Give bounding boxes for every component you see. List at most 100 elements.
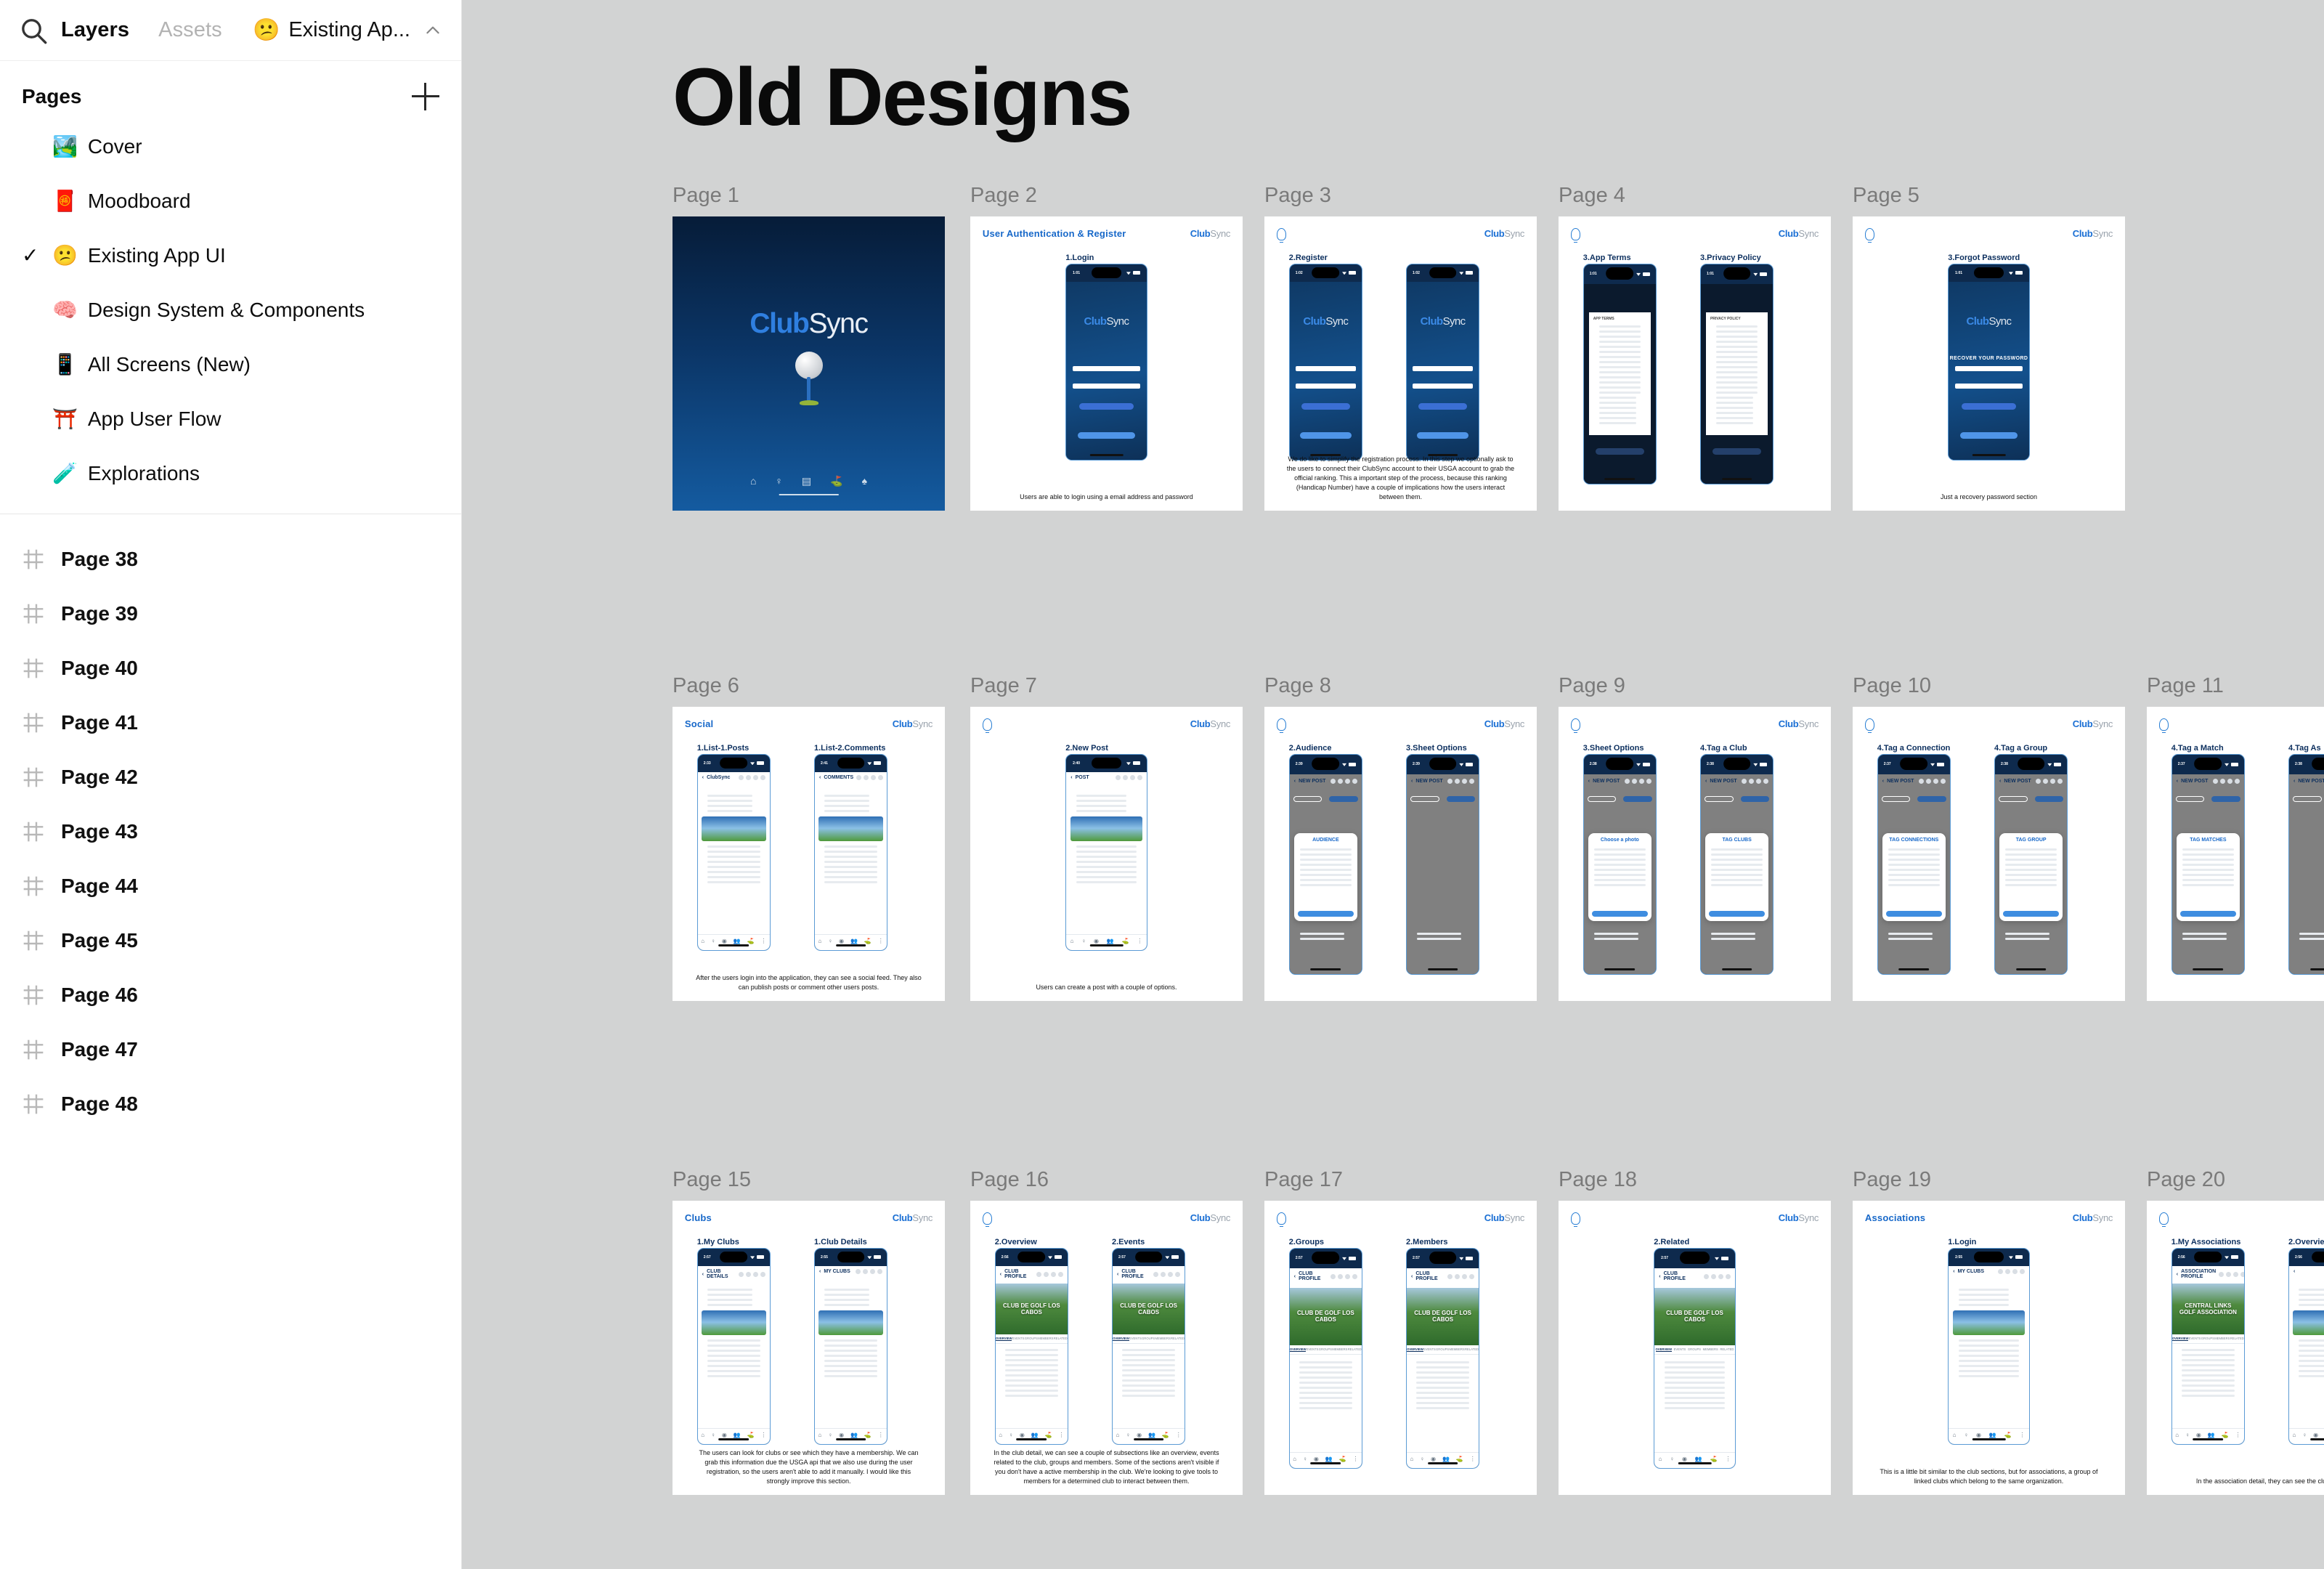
nav-connections-icon[interactable]: ◉ xyxy=(1094,938,1099,944)
back-icon[interactable]: ‹ xyxy=(1705,779,1707,784)
chevron-up-icon[interactable] xyxy=(423,21,442,40)
frame-name-label[interactable]: Page 11 xyxy=(2147,676,2324,697)
tab-overview[interactable]: OVERVIEW xyxy=(1655,1347,1673,1352)
phone-mockup[interactable]: 1:01 APP TERMS xyxy=(1582,263,1657,485)
nav-more-icon[interactable]: ⋮ xyxy=(1353,1456,1359,1462)
tab-events[interactable]: EVENTS xyxy=(1012,1337,1025,1341)
nav-groups-icon[interactable]: 👥 xyxy=(734,1432,741,1438)
frame-name-label[interactable]: Page 6 xyxy=(673,676,945,697)
splash-nav[interactable]: ⌂ ♀ ▤ ⛳ ♠ xyxy=(673,475,945,487)
frame-thumbnail[interactable]: ClubSync 2.Overview 2:56 ‹ CLUB PROFILE CLUB … xyxy=(970,1201,1243,1495)
tab-members[interactable]: MEMBERS xyxy=(1332,1347,1347,1352)
primary-button[interactable] xyxy=(1418,403,1468,410)
header-action-icons[interactable] xyxy=(739,775,765,781)
phone-mockup[interactable]: 1:01 ClubSync xyxy=(1065,263,1147,461)
nav-home-icon[interactable]: ⌂ xyxy=(2292,1432,2296,1438)
bottom-nav[interactable]: ⌂ ♀ ◉ 👥 ⛳ ⋮ xyxy=(1113,1428,1185,1438)
post-button[interactable] xyxy=(2211,796,2241,803)
back-icon[interactable]: ‹ xyxy=(819,1269,821,1274)
post-button[interactable] xyxy=(1740,796,1770,803)
tab-members[interactable]: MEMBERS xyxy=(1703,1347,1718,1352)
profile-tabs[interactable]: OVERVIEW EVENTS GROUPS MEMBERS RELATED xyxy=(995,1334,1068,1345)
document-pane[interactable]: APP TERMS xyxy=(1588,312,1651,436)
options-list[interactable] xyxy=(1588,930,1651,943)
phone-mockup[interactable]: 2:55 ‹ MY CLUBS ⌂ ♀ ◉ 👥 ⛳ ⋮ xyxy=(814,1247,888,1446)
splash-nav-icon-4[interactable]: ♠ xyxy=(862,475,867,487)
nav-clubs-icon[interactable]: ♀ xyxy=(1420,1456,1424,1462)
sidebar-page-item[interactable]: 🧠 Design System & Components xyxy=(0,283,461,337)
tab-related[interactable]: RELATED xyxy=(1465,1347,1479,1352)
sidebar-frame-item[interactable]: Page 42 xyxy=(0,750,461,804)
frame-thumbnail[interactable]: ClubSync 3.Forgot Password 1:01 ClubSync REC… xyxy=(1853,216,2125,511)
nav-connections-icon[interactable]: ◉ xyxy=(1682,1456,1687,1462)
frame-cell[interactable]: Page 16 ClubSync 2.Overview 2:56 ‹ CLUB PROFI… xyxy=(970,1169,1243,1495)
back-icon[interactable]: ‹ xyxy=(2293,1269,2295,1274)
nav-more-icon[interactable]: ⋮ xyxy=(2019,1432,2025,1438)
cancel-button[interactable] xyxy=(1881,796,1911,803)
tab-members[interactable]: MEMBERS xyxy=(1155,1337,1171,1341)
header-action-icons[interactable] xyxy=(1115,775,1142,781)
profile-tabs[interactable]: OVERVIEW EVENTS GROUPS MEMBERS RELATED xyxy=(1654,1345,1735,1355)
splash-nav-icon-2[interactable]: ▤ xyxy=(802,475,811,487)
nav-more-icon[interactable]: ⋮ xyxy=(761,1432,767,1438)
frame-thumbnail[interactable]: Associations ClubSync 1.Login 2:55 ‹ MY CLUBS… xyxy=(1853,1201,2125,1495)
back-icon[interactable]: ‹ xyxy=(2177,1272,2178,1277)
frame-name-label[interactable]: Page 8 xyxy=(1264,676,1537,697)
post-button[interactable] xyxy=(1917,796,1947,803)
nav-groups-icon[interactable]: 👥 xyxy=(1442,1456,1450,1462)
bottom-nav[interactable]: ⌂ ♀ ◉ 👥 ⛳ ⋮ xyxy=(1949,1428,2029,1438)
frame-name-label[interactable]: Page 15 xyxy=(673,1169,945,1191)
header-action-icons[interactable] xyxy=(2213,778,2240,784)
header-action-icons[interactable] xyxy=(1447,1273,1475,1279)
nav-connections-icon[interactable]: ◉ xyxy=(722,1432,727,1438)
profile-tabs[interactable]: OVERVIEW EVENTS GROUPS MEMBERS RELATED xyxy=(1407,1345,1479,1355)
nav-groups-icon[interactable]: 👥 xyxy=(2208,1432,2215,1438)
nav-connections-icon[interactable]: ◉ xyxy=(722,938,727,944)
nav-home-icon[interactable]: ⌂ xyxy=(1116,1432,1119,1438)
frame-cell[interactable]: Page 7 ClubSync 2.New Post 2:40 ‹ POST ⌂ ♀ ◉ 👥 ⛳ ⋮ U… xyxy=(970,676,1243,1001)
frame-cell[interactable]: Page 3 ClubSync 2.Register 1:02 ClubSync 1:02… xyxy=(1264,185,1537,511)
post-button[interactable] xyxy=(2034,796,2064,803)
bottom-nav[interactable]: ⌂ ♀ ◉ 👥 ⛳ ⋮ xyxy=(697,934,770,944)
tab-related[interactable]: RELATED xyxy=(1348,1347,1362,1352)
bottom-nav[interactable]: ⌂ ♀ ◉ 👥 ⛳ ⋮ xyxy=(697,1428,770,1438)
nav-activity-icon[interactable]: ⛳ xyxy=(864,1432,871,1438)
frame-thumbnail[interactable]: ClubSync 2.New Post 2:40 ‹ POST ⌂ ♀ ◉ 👥 ⛳ ⋮ Users c… xyxy=(970,707,1243,1001)
input-field[interactable] xyxy=(1073,365,1140,371)
secondary-button[interactable] xyxy=(1077,432,1136,439)
page-selector[interactable]: 😕 Existing Ap... xyxy=(253,18,442,42)
nav-connections-icon[interactable]: ◉ xyxy=(2313,1432,2318,1438)
sidebar-frame-item[interactable]: Page 43 xyxy=(0,804,461,859)
nav-clubs-icon[interactable]: ♀ xyxy=(1009,1432,1013,1438)
tab-assets[interactable]: Assets xyxy=(158,18,222,42)
options-list[interactable] xyxy=(1411,930,1474,943)
nav-home-icon[interactable]: ⌂ xyxy=(1293,1456,1296,1462)
frame-cell[interactable]: Page 18 ClubSync 2.Related 2:57 ‹ CLUB PROFIL… xyxy=(1559,1169,1831,1495)
canvas[interactable]: Old Designs Page 1 ClubSync ⌂ ♀ ▤ ⛳ ♠ Page 2 Use… xyxy=(462,0,2324,1569)
nav-clubs-icon[interactable]: ♀ xyxy=(1964,1432,1968,1438)
frame-name-label[interactable]: Page 1 xyxy=(673,185,945,206)
tab-related[interactable]: RELATED xyxy=(1720,1347,1734,1352)
header-action-icons[interactable] xyxy=(739,1271,765,1277)
tab-overview[interactable]: OVERVIEW xyxy=(1407,1347,1423,1352)
phone-mockup[interactable]: 2:38 ‹ NEW POST xyxy=(2288,753,2324,975)
primary-button[interactable] xyxy=(1595,448,1645,455)
phone-mockup[interactable]: 2:38 ‹ NEW POST TAG GROUP xyxy=(1994,753,2068,975)
tab-groups[interactable]: GROUPS xyxy=(1436,1347,1449,1352)
frame-name-label[interactable]: Page 9 xyxy=(1559,676,1831,697)
frame-name-label[interactable]: Page 3 xyxy=(1264,185,1537,206)
sidebar-frame-item[interactable]: Page 39 xyxy=(0,586,461,641)
nav-clubs-icon[interactable]: ♀ xyxy=(1303,1456,1307,1462)
frame-thumbnail[interactable]: ClubSync 3.Sheet Options 2:38 ‹ NEW POST Choo… xyxy=(1559,707,1831,1001)
nav-more-icon[interactable]: ⋮ xyxy=(1725,1456,1731,1462)
secondary-button[interactable] xyxy=(1416,432,1469,439)
sidebar-page-item[interactable]: 🧪 Explorations xyxy=(0,446,461,500)
nav-connections-icon[interactable]: ◉ xyxy=(1020,1432,1025,1438)
back-icon[interactable]: ‹ xyxy=(1953,1269,1954,1274)
frame-thumbnail[interactable]: ClubSync 2.Register 1:02 ClubSync 1:02 ClubSy… xyxy=(1264,216,1537,511)
nav-activity-icon[interactable]: ⛳ xyxy=(2222,1432,2229,1438)
bottom-nav[interactable]: ⌂ ♀ ◉ 👥 ⛳ ⋮ xyxy=(1407,1451,1479,1462)
frame-cell[interactable]: Page 15 Clubs ClubSync 1.My Clubs 2:57 ‹ CLUB … xyxy=(673,1169,945,1495)
tab-groups[interactable]: GROUPS xyxy=(1025,1337,1038,1341)
tab-layers[interactable]: Layers xyxy=(61,18,129,42)
